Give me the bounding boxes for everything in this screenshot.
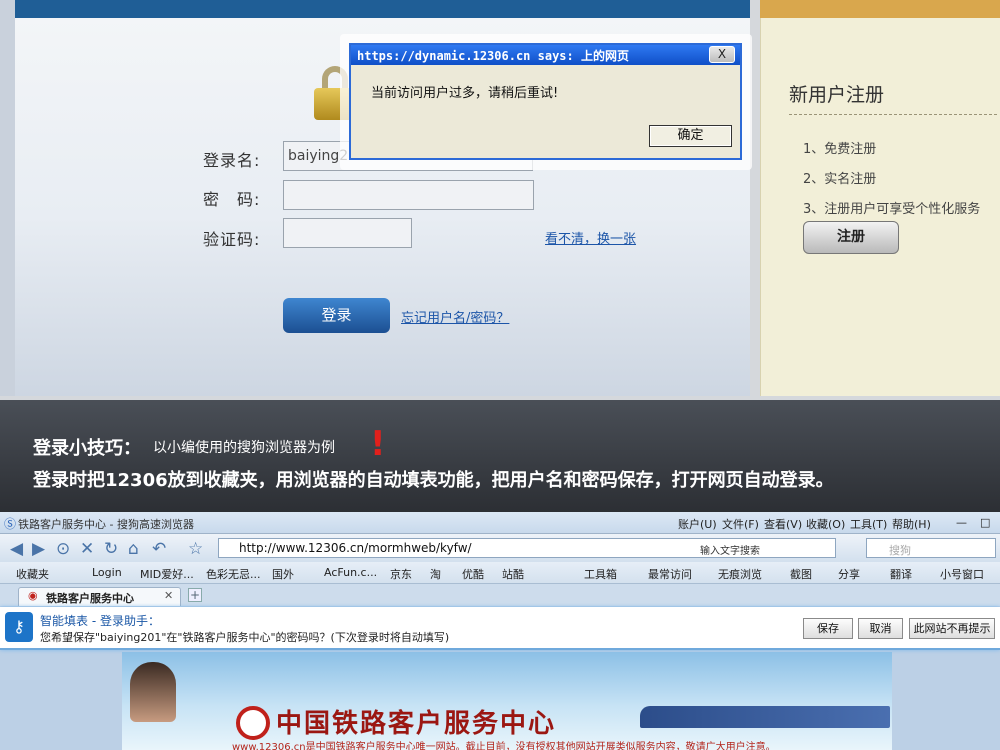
refresh-icon[interactable]: ↻ [104, 539, 118, 559]
tips-band [0, 400, 1000, 512]
fav-item[interactable]: 京东 [390, 566, 412, 582]
window-title: 铁路客户服务中心 - 搜狗高速浏览器 [18, 518, 194, 531]
register-item: 2、实名注册 [803, 172, 877, 187]
divider [789, 114, 997, 115]
dropdown-icon[interactable]: ⊙ [56, 539, 70, 559]
register-header-bar [760, 0, 1000, 18]
operator-image [130, 662, 176, 722]
railway-logo-icon [236, 706, 270, 740]
forgot-password-link[interactable]: 忘记用户名/密码？ [401, 307, 509, 326]
fav-item[interactable]: 淘 [430, 566, 441, 582]
menu-account[interactable]: 账户(U) [678, 516, 717, 532]
key-icon: ⚷ [5, 612, 33, 642]
fav-item[interactable]: 最常访问 [648, 566, 692, 582]
home-icon[interactable]: ⌂ [128, 539, 139, 559]
tips-text: 登录时把12306放到收藏夹，用浏览器的自动填表功能，把用户名和密码保存，打开网… [33, 470, 834, 491]
search-input[interactable]: 搜狗 [866, 538, 996, 558]
search-placeholder: 搜狗 [889, 544, 911, 557]
browser-logo-icon: Ⓢ [4, 517, 17, 531]
fav-item[interactable]: 优酷 [462, 566, 484, 582]
exclamation-icon: ! [370, 424, 386, 464]
password-label: 密 码: [203, 190, 261, 209]
new-tab-icon[interactable]: + [188, 588, 202, 602]
menu-file[interactable]: 文件(F) [722, 516, 759, 532]
address-url: http://www.12306.cn/mormhweb/kyfw/ [239, 541, 472, 555]
menu-tools[interactable]: 工具(T) [850, 516, 887, 532]
maximize-icon[interactable]: □ [980, 516, 990, 529]
star-icon[interactable]: ☆ [188, 539, 203, 559]
captcha-label: 验证码: [203, 230, 261, 249]
never-for-site-button[interactable]: 此网站不再提示 [909, 618, 995, 639]
forward-icon[interactable]: ▶ [32, 539, 45, 559]
alert-message: 当前访问用户过多，请稍后重试! [371, 86, 559, 101]
alert-title: https://dynamic.12306.cn says: 上的网页 [351, 45, 740, 65]
tips-title: 登录小技巧： [33, 438, 141, 459]
page-edge [0, 0, 15, 396]
screenshot-root: 登录名: baiying201 密 码: 验证码: 看不清，换一张 登录 忘记用… [0, 0, 1000, 750]
fav-item[interactable]: 工具箱 [584, 566, 617, 582]
fav-item[interactable]: 翻译 [890, 566, 912, 582]
password-input[interactable] [283, 180, 534, 210]
register-button[interactable]: 注册 [803, 221, 899, 254]
fav-item[interactable]: 小号窗口 [940, 566, 984, 582]
register-item: 3、注册用户可享受个性化服务 [803, 202, 981, 217]
tab-close-icon[interactable]: ✕ [164, 589, 173, 602]
register-item: 1、免费注册 [803, 142, 877, 157]
tab-label: 铁路客户服务中心 [46, 592, 134, 605]
login-button[interactable]: 登录 [283, 298, 390, 333]
fav-item[interactable]: 站酷 [502, 566, 524, 582]
captcha-input[interactable] [283, 218, 412, 248]
login-header-bar [15, 0, 750, 18]
close-icon[interactable]: X [709, 46, 735, 63]
alert-ok-button[interactable]: 确定 [649, 125, 732, 147]
site-notice: www.12306.cn是中国铁路客户服务中心唯一网站。截止目前，没有授权其他网… [232, 742, 776, 750]
cancel-button[interactable]: 取消 [858, 618, 903, 639]
fav-item[interactable]: 无痕浏览 [718, 566, 762, 582]
autofill-message: 您希望保存"baiying201"在"铁路客户服务中心"的密码吗？(下次登录时将… [40, 631, 450, 644]
tips-subtitle: 以小编使用的搜狗浏览器为例 [153, 440, 335, 456]
back-icon[interactable]: ◀ [10, 539, 23, 559]
fav-item[interactable]: AcFun.c... [324, 566, 377, 579]
site-name: 中国铁路客户服务中心 [276, 709, 557, 739]
captcha-refresh-link[interactable]: 看不清，换一张 [545, 228, 636, 247]
undo-icon[interactable]: ↶ [152, 539, 166, 559]
fav-item[interactable]: 国外 [272, 566, 294, 582]
menu-favorites[interactable]: 收藏(O) [806, 516, 845, 532]
minimize-icon[interactable]: — [956, 516, 967, 529]
fav-item[interactable]: 分享 [838, 566, 860, 582]
username-label: 登录名: [203, 151, 261, 170]
stop-icon[interactable]: ✕ [80, 539, 94, 559]
railway-logo-icon: ◉ [28, 589, 38, 602]
fav-item[interactable]: 色彩无忌... [206, 566, 261, 582]
fav-item[interactable]: MID爱好... [140, 566, 194, 582]
train-image [640, 706, 890, 728]
address-hint: 输入文字搜索 [700, 546, 760, 557]
alert-dialog: https://dynamic.12306.cn says: 上的网页 X 当前… [349, 43, 742, 160]
fav-item[interactable]: 收藏夹 [16, 566, 49, 582]
menu-view[interactable]: 查看(V) [764, 516, 802, 532]
fav-item[interactable]: Login [92, 566, 122, 579]
register-title: 新用户注册 [789, 84, 885, 106]
menu-help[interactable]: 帮助(H) [892, 516, 931, 532]
autofill-title: 智能填表 - 登录助手： [40, 614, 160, 628]
fav-item[interactable]: 截图 [790, 566, 812, 582]
save-button[interactable]: 保存 [803, 618, 853, 639]
